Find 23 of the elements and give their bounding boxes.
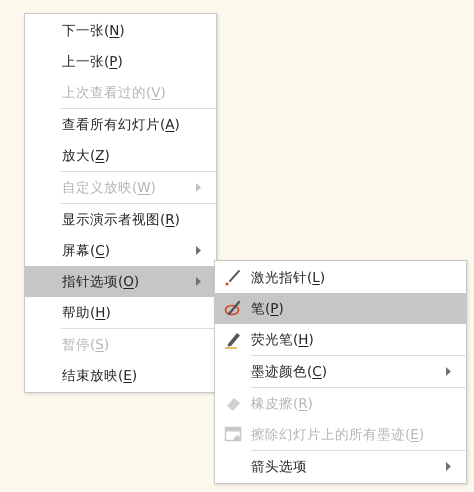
menu-item[interactable]: 箭头选项 — [215, 451, 466, 482]
submenu-arrow-icon — [196, 246, 201, 255]
menu-item[interactable]: 指针选项(O) — [25, 266, 216, 297]
menu-item[interactable]: 激光指针(L) — [215, 262, 466, 293]
menu-item[interactable]: 笔(P) — [215, 293, 466, 324]
submenu-arrow-icon — [196, 183, 201, 192]
submenu-arrow-icon — [446, 367, 451, 376]
laser-pointer-icon — [224, 268, 242, 287]
menu-item[interactable]: 墨迹颜色(C) — [215, 356, 466, 387]
menu-item[interactable]: 上一张(P) — [25, 46, 216, 77]
menu-item[interactable]: 显示演示者视图(R) — [25, 204, 216, 235]
menu-item[interactable]: 帮助(H) — [25, 297, 216, 328]
menu-item[interactable]: 放大(Z) — [25, 140, 216, 171]
erase-slide-icon — [224, 425, 242, 444]
pen-icon — [224, 299, 242, 318]
menu-item[interactable]: 屏幕(C) — [25, 235, 216, 266]
submenu-arrow-icon — [196, 277, 201, 286]
menu-item[interactable]: 查看所有幻灯片(A) — [25, 109, 216, 140]
menu-item[interactable]: 结束放映(E) — [25, 360, 216, 391]
submenu-arrow-icon — [446, 462, 451, 471]
menu-item[interactable]: 下一张(N) — [25, 15, 216, 46]
highlighter-icon — [224, 330, 242, 349]
menu-item[interactable]: 荧光笔(H) — [215, 324, 466, 355]
